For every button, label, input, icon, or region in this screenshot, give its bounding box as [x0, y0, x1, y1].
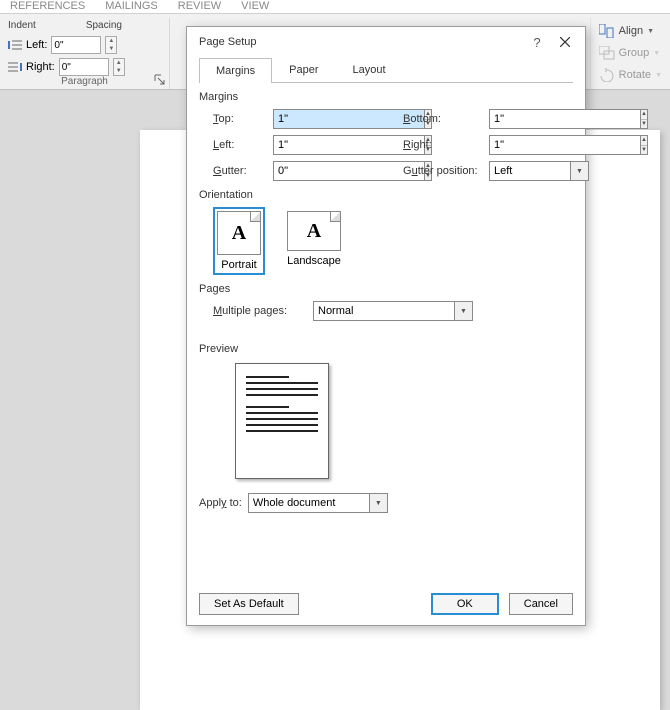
group-button[interactable]: Group ▼	[599, 42, 662, 64]
multiple-pages-select[interactable]: Normal	[313, 301, 455, 321]
rotate-button[interactable]: Rotate ▼	[599, 64, 662, 86]
gutter-pos-label: Gutter position:	[403, 165, 489, 177]
bottom-label: Bottom:	[403, 113, 489, 125]
close-icon	[560, 37, 570, 47]
tab-margins[interactable]: Margins	[199, 58, 272, 83]
paragraph-group-label: Paragraph	[0, 76, 169, 87]
apply-to-dropdown-icon[interactable]: ▼	[370, 493, 388, 513]
align-icon	[599, 24, 615, 38]
indent-right-icon	[8, 61, 22, 73]
apply-to-label: Apply to:	[199, 497, 242, 509]
landscape-option[interactable]: A Landscape	[283, 207, 345, 275]
indent-left-spinner[interactable]: ▲▼	[105, 36, 117, 54]
right-spinner[interactable]: ▲▼	[641, 135, 648, 155]
landscape-label: Landscape	[287, 255, 341, 267]
dialog-titlebar: Page Setup ?	[187, 27, 585, 57]
tab-review[interactable]: REVIEW	[178, 0, 221, 13]
left-label: Left:	[213, 139, 273, 151]
cancel-button[interactable]: Cancel	[509, 593, 573, 615]
gutter-label: Gutter:	[213, 165, 273, 177]
indent-left-icon	[8, 39, 22, 51]
ribbon-arrange-col: Align ▼ Group ▼ Rotate ▼	[591, 18, 670, 89]
portrait-icon: A	[217, 211, 261, 255]
tab-view[interactable]: VIEW	[241, 0, 269, 13]
bottom-input[interactable]	[489, 109, 641, 129]
set-as-default-button[interactable]: Set As Default	[199, 593, 299, 615]
tab-layout[interactable]: Layout	[335, 57, 402, 82]
indent-left-input[interactable]	[51, 36, 101, 54]
right-input[interactable]	[489, 135, 641, 155]
top-label: Top:	[213, 113, 273, 125]
multiple-pages-label: Multiple pages:	[213, 305, 303, 317]
preview-section-title: Preview	[199, 343, 573, 355]
dialog-tabs: Margins Paper Layout	[199, 57, 573, 83]
dialog-title: Page Setup	[199, 36, 523, 48]
indent-right-spinner[interactable]: ▲▼	[113, 58, 125, 76]
tab-mailings[interactable]: MAILINGS	[105, 0, 158, 13]
indent-heading: Indent	[8, 20, 36, 31]
margins-section-title: Margins	[199, 91, 573, 103]
help-button[interactable]: ?	[523, 29, 551, 55]
right-label: Right:	[403, 139, 489, 151]
indent-right-input[interactable]	[59, 58, 109, 76]
ribbon-group-indent-spacing: Indent Spacing Left: ▲▼ Right: ▲▼ Paragr…	[0, 18, 170, 89]
group-icon	[599, 46, 615, 60]
landscape-icon: A	[287, 211, 341, 251]
bottom-spinner[interactable]: ▲▼	[641, 109, 648, 129]
page-setup-dialog: Page Setup ? Margins Paper Layout Margin…	[186, 26, 586, 626]
multiple-pages-dropdown-icon[interactable]: ▼	[455, 301, 473, 321]
dialog-footer: Set As Default OK Cancel	[199, 593, 573, 615]
apply-to-select[interactable]: Whole document	[248, 493, 370, 513]
paragraph-dialog-launcher-icon[interactable]	[153, 73, 167, 87]
indent-left-label: Left:	[26, 39, 47, 51]
orientation-section-title: Orientation	[199, 189, 573, 201]
pages-section-title: Pages	[199, 283, 573, 295]
gutter-pos-select[interactable]: Left	[489, 161, 571, 181]
portrait-option[interactable]: A Portrait	[213, 207, 265, 275]
portrait-label: Portrait	[221, 259, 256, 271]
tab-paper[interactable]: Paper	[272, 57, 335, 82]
gutter-pos-dropdown-icon[interactable]: ▼	[571, 161, 589, 181]
preview-image	[235, 363, 329, 479]
ok-button[interactable]: OK	[431, 593, 499, 615]
rotate-icon	[599, 68, 615, 82]
align-button[interactable]: Align ▼	[599, 20, 662, 42]
spacing-heading: Spacing	[86, 20, 122, 31]
ribbon-tabs: REFERENCES MAILINGS REVIEW VIEW	[0, 0, 670, 14]
close-button[interactable]	[551, 29, 579, 55]
indent-right-label: Right:	[26, 61, 55, 73]
tab-references[interactable]: REFERENCES	[10, 0, 85, 13]
